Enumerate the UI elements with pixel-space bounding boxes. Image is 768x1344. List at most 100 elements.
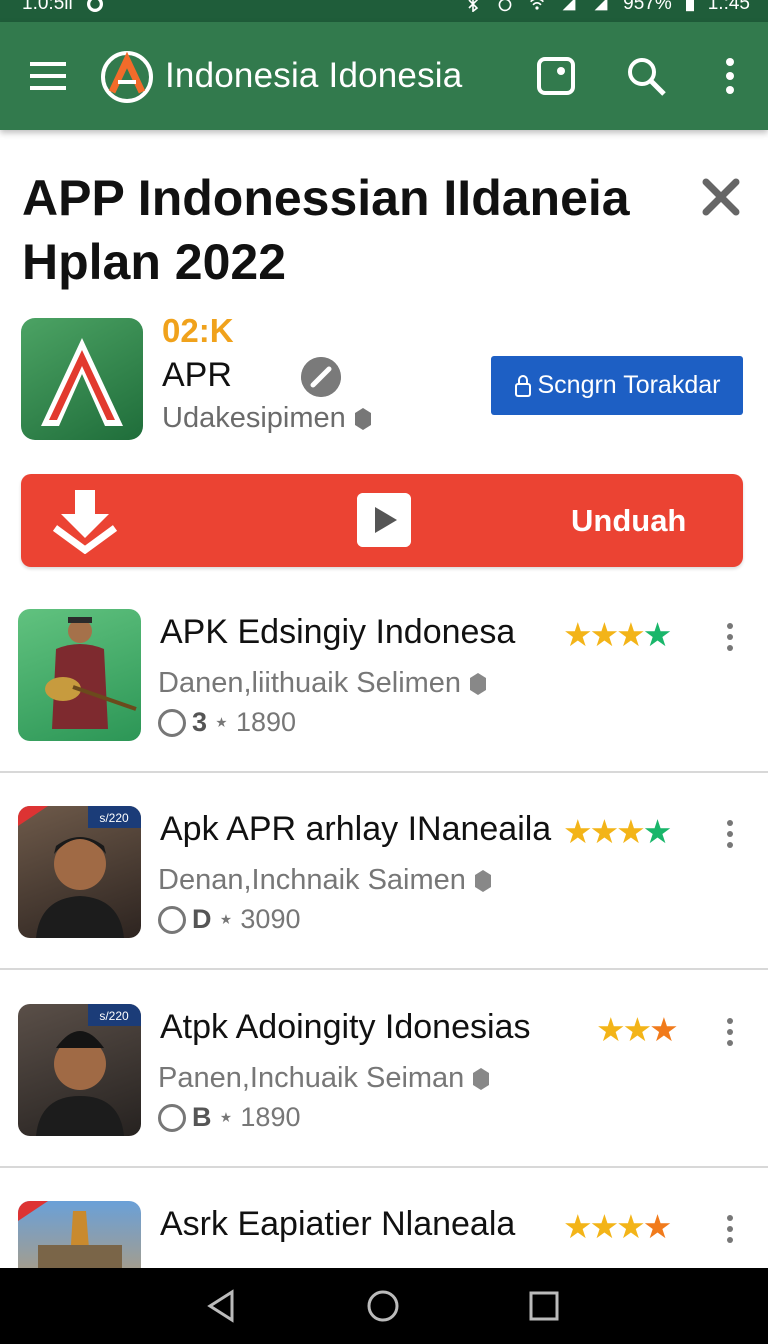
home-icon[interactable] <box>363 1286 403 1326</box>
app-publisher: Udakesipimen <box>162 402 372 435</box>
back-icon[interactable] <box>202 1286 242 1326</box>
menu-icon[interactable] <box>28 58 68 94</box>
close-icon[interactable] <box>700 176 742 218</box>
item-subtitle: Panen,Inchuaik Seiman <box>158 1062 490 1095</box>
list-item[interactable]: s/220 Atpk Adoingity Idonesias ★★★ Panen… <box>0 1004 768 1200</box>
download-label: Unduah <box>571 503 687 538</box>
subtitle-text: Denan,Inchnaik Saimen <box>158 864 466 896</box>
list-item-thumbnail <box>18 1201 141 1268</box>
divider <box>0 1166 768 1168</box>
status-time-left: 1.0:5ll <box>22 0 73 14</box>
info-icon <box>158 708 186 737</box>
play-icon <box>357 493 411 547</box>
notification-icon <box>86 0 103 12</box>
app-title: Indonesia Idonesia <box>165 56 463 95</box>
recents-icon[interactable] <box>524 1286 564 1326</box>
lock-icon <box>514 374 531 397</box>
list-item[interactable]: Asrk Eapiatier Nlaneala ★★★★ <box>0 1201 768 1268</box>
star-last: ★ <box>649 1011 679 1048</box>
stars-filled: ★★★ <box>563 1208 646 1245</box>
alarm-icon <box>498 0 512 12</box>
meta-number: 1890 <box>235 707 297 737</box>
meta-letter: B <box>192 1102 212 1132</box>
thumb-badge: s/220 <box>99 1009 129 1023</box>
list-item-thumbnail: s/220 <box>18 1004 141 1136</box>
dot-star-icon: ⋆ <box>217 904 235 934</box>
verified-badge-icon <box>470 673 487 696</box>
more-vert-icon[interactable] <box>718 818 742 850</box>
list-item[interactable]: APK Edsingiy Indonesa ★★★★ Danen,liithua… <box>0 609 768 805</box>
status-bar: 1.0:5ll 957% 1.:45 <box>0 0 768 22</box>
stars-filled: ★★ <box>596 1011 652 1048</box>
rating-stars: ★★★★ <box>563 1207 673 1246</box>
download-icon <box>52 490 118 554</box>
rating-stars: ★★★ <box>596 1010 679 1049</box>
search-icon[interactable] <box>624 54 668 98</box>
portrait-image: s/220 <box>36 1004 141 1136</box>
landmark-image <box>18 1201 122 1268</box>
meta-letter: 3 <box>192 707 208 737</box>
item-meta: 3 ⋆ 1890 <box>158 707 296 738</box>
star-last: ★ <box>642 1208 673 1245</box>
star-last: ★ <box>642 813 673 850</box>
item-title: APK Edsingiy Indonesa <box>160 613 516 651</box>
item-meta: B ⋆ 1890 <box>158 1102 300 1133</box>
page-title: APP Indonessian IIdaneia Hplan 2022 <box>22 170 630 290</box>
verified-badge-icon <box>473 1068 490 1091</box>
more-vert-icon[interactable] <box>718 621 742 653</box>
info-icon <box>158 1103 186 1132</box>
item-title: Apk APR arhlay INaneaila <box>160 810 552 848</box>
item-meta: D ⋆ 3090 <box>158 904 300 935</box>
meta-letter: D <box>192 904 212 934</box>
stars-filled: ★★★ <box>563 616 646 653</box>
stars-filled: ★★★ <box>563 813 646 850</box>
more-vert-icon[interactable] <box>718 1213 742 1245</box>
signin-label: Scngrn Torakdar <box>537 371 721 399</box>
more-vert-icon[interactable] <box>718 1016 742 1048</box>
app-bar: Indonesia Idonesia <box>0 22 768 130</box>
app-icon[interactable] <box>21 318 143 440</box>
item-title: Asrk Eapiatier Nlaneala <box>160 1205 516 1243</box>
battery-icon <box>685 0 694 12</box>
meta-number: 3090 <box>240 904 301 934</box>
list-item[interactable]: s/220 Apk APR arhlay INaneaila ★★★★ Dena… <box>0 806 768 1002</box>
battery-percent: 957% <box>623 0 672 14</box>
musician-image <box>45 617 137 729</box>
app-name: APR <box>162 356 232 394</box>
verified-badge-icon <box>474 870 491 893</box>
status-time-right: 1.:45 <box>707 0 750 14</box>
signal-2-icon <box>594 0 608 11</box>
star-last: ★ <box>642 616 673 653</box>
subtitle-text: Panen,Inchuaik Seiman <box>158 1062 465 1094</box>
rating-stars: ★★★★ <box>563 615 673 654</box>
subtitle-text: Danen,liithuaik Selimen <box>158 667 462 699</box>
list-item-thumbnail <box>18 609 141 741</box>
divider <box>0 968 768 970</box>
scan-icon[interactable] <box>534 54 578 98</box>
navigation-bar <box>0 1268 768 1344</box>
app-stat: 02:K <box>162 312 234 349</box>
item-title: Atpk Adoingity Idonesias <box>160 1008 531 1046</box>
signal-icon <box>562 0 576 11</box>
portrait-image: s/220 <box>18 806 141 938</box>
download-button[interactable]: Unduah <box>21 474 743 567</box>
signin-button[interactable]: Scngrn Torakdar <box>491 356 743 415</box>
verified-badge-icon <box>354 408 371 431</box>
bluetooth-icon <box>468 0 479 12</box>
rating-stars: ★★★★ <box>563 812 673 851</box>
app-logo-icon <box>101 51 153 103</box>
list-item-thumbnail: s/220 <box>18 806 141 938</box>
publisher-name: Udakesipimen <box>162 402 346 434</box>
meta-number: 1890 <box>240 1102 301 1132</box>
thumb-badge: s/220 <box>99 811 129 825</box>
app-icon-glyph <box>41 338 123 426</box>
dot-star-icon: ⋆ <box>213 707 230 737</box>
info-icon <box>158 905 186 934</box>
dot-star-icon: ⋆ <box>217 1102 235 1132</box>
wifi-icon <box>530 0 545 10</box>
share-link-icon[interactable] <box>301 357 341 397</box>
divider <box>0 771 768 773</box>
item-subtitle: Danen,liithuaik Selimen <box>158 667 487 700</box>
item-subtitle: Denan,Inchnaik Saimen <box>158 864 492 897</box>
more-vert-icon[interactable] <box>708 54 752 98</box>
